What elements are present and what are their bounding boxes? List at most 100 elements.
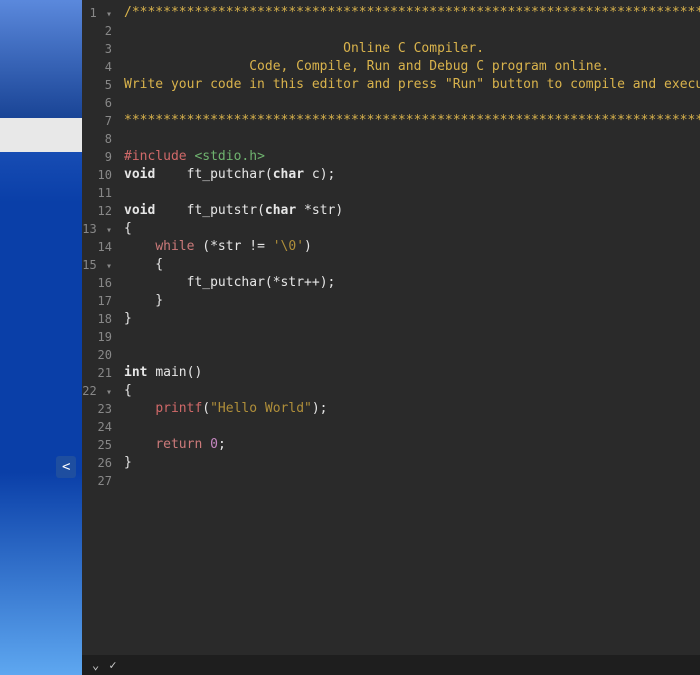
fold-toggle-icon[interactable]: ▾ <box>106 225 112 236</box>
code-line[interactable]: /***************************************… <box>124 4 700 22</box>
code-line[interactable]: printf("Hello World"); <box>124 400 700 418</box>
code-line[interactable]: void ft_putchar(char c); <box>124 166 700 184</box>
code-line[interactable] <box>124 472 700 490</box>
code-line[interactable]: { <box>124 256 700 274</box>
code-token: { <box>124 221 132 236</box>
code-line[interactable]: while (*str != '\0') <box>124 238 700 256</box>
collapse-button[interactable]: < <box>56 456 76 478</box>
code-line[interactable] <box>124 346 700 364</box>
code-token <box>202 437 210 452</box>
code-line[interactable] <box>124 418 700 436</box>
code-line[interactable]: { <box>124 382 700 400</box>
code-line[interactable]: #include <stdio.h> <box>124 148 700 166</box>
code-token: c); <box>304 167 335 182</box>
code-token: int <box>124 365 147 380</box>
code-token: return <box>155 437 202 452</box>
fold-toggle-icon[interactable]: ▾ <box>106 9 112 20</box>
code-token: ; <box>218 437 226 452</box>
fold-toggle-icon[interactable]: ▾ <box>106 387 112 398</box>
code-line[interactable]: Online C Compiler. <box>124 40 700 58</box>
line-number: 18 <box>82 310 112 328</box>
status-bar: ⌄ ✓ <box>82 655 700 675</box>
line-number: 26 <box>82 454 112 472</box>
line-number: 20 <box>82 346 112 364</box>
code-token: void <box>124 167 155 182</box>
code-token: ft_putstr <box>187 203 257 218</box>
code-editor[interactable]: 1 ▾2345678910111213 ▾1415 ▾1617181920212… <box>82 0 700 675</box>
code-area[interactable]: /***************************************… <box>118 0 700 675</box>
code-line[interactable]: } <box>124 292 700 310</box>
code-token: ****************************************… <box>124 113 700 128</box>
code-line[interactable] <box>124 22 700 40</box>
code-token: ( <box>202 401 210 416</box>
line-number: 1 ▾ <box>82 4 112 22</box>
status-item[interactable]: ⌄ <box>92 658 99 672</box>
line-number: 10 <box>82 166 112 184</box>
line-number: 11 <box>82 184 112 202</box>
code-line[interactable]: Code, Compile, Run and Debug C program o… <box>124 58 700 76</box>
code-token: char <box>273 167 304 182</box>
code-line[interactable]: } <box>124 310 700 328</box>
code-token: Online C Compiler. <box>124 41 484 56</box>
side-panel-highlight <box>0 118 82 152</box>
line-number-gutter: 1 ▾2345678910111213 ▾1415 ▾1617181920212… <box>82 0 118 675</box>
code-token: ft_putchar <box>187 167 265 182</box>
code-token: { <box>124 257 163 272</box>
code-token: printf <box>155 401 202 416</box>
code-token: () <box>187 365 203 380</box>
code-token <box>124 275 187 290</box>
code-token: while <box>155 239 194 254</box>
code-line[interactable]: Write your code in this editor and press… <box>124 76 700 94</box>
line-number: 6 <box>82 94 112 112</box>
code-token: { <box>124 383 132 398</box>
status-item[interactable]: ✓ <box>109 658 116 672</box>
line-number: 2 <box>82 22 112 40</box>
code-token: #include <box>124 149 194 164</box>
code-line[interactable] <box>124 328 700 346</box>
line-number: 15 ▾ <box>82 256 112 274</box>
code-line[interactable] <box>124 94 700 112</box>
code-token: /***************************************… <box>124 5 700 20</box>
code-token: ( <box>257 203 265 218</box>
line-number: 25 <box>82 436 112 454</box>
line-number: 9 <box>82 148 112 166</box>
code-token: Code, Compile, Run and Debug C program o… <box>124 59 609 74</box>
line-number: 12 <box>82 202 112 220</box>
line-number: 27 <box>82 472 112 490</box>
line-number: 8 <box>82 130 112 148</box>
code-line[interactable]: ft_putchar(*str++); <box>124 274 700 292</box>
code-line[interactable] <box>124 184 700 202</box>
code-token: <stdio.h> <box>194 149 264 164</box>
code-token: ( <box>265 167 273 182</box>
code-token: Write your code in this editor and press… <box>124 77 700 92</box>
code-token: void <box>124 203 155 218</box>
line-number: 22 ▾ <box>82 382 112 400</box>
line-number: 24 <box>82 418 112 436</box>
side-panel: < <box>0 0 82 675</box>
code-line[interactable]: int main() <box>124 364 700 382</box>
line-number: 14 <box>82 238 112 256</box>
code-line[interactable]: { <box>124 220 700 238</box>
code-line[interactable]: } <box>124 454 700 472</box>
code-line[interactable]: return 0; <box>124 436 700 454</box>
code-token: } <box>124 293 163 308</box>
code-token: (*str++); <box>265 275 335 290</box>
code-line[interactable]: ****************************************… <box>124 112 700 130</box>
line-number: 3 <box>82 40 112 58</box>
fold-toggle-icon[interactable]: ▾ <box>106 261 112 272</box>
code-token: 0 <box>210 437 218 452</box>
code-line[interactable]: void ft_putstr(char *str) <box>124 202 700 220</box>
code-token: } <box>124 311 132 326</box>
code-line[interactable] <box>124 130 700 148</box>
code-token: ft_putchar <box>187 275 265 290</box>
code-token <box>124 239 155 254</box>
line-number: 19 <box>82 328 112 346</box>
code-token: *str) <box>296 203 343 218</box>
code-token <box>155 203 186 218</box>
code-token: main <box>155 365 186 380</box>
code-token: '\0' <box>273 239 304 254</box>
line-number: 16 <box>82 274 112 292</box>
line-number: 23 <box>82 400 112 418</box>
code-token: ); <box>312 401 328 416</box>
code-token <box>124 437 155 452</box>
